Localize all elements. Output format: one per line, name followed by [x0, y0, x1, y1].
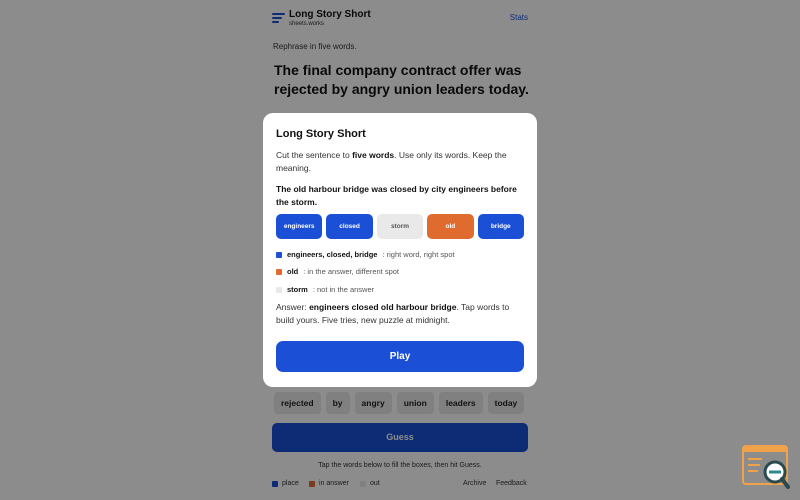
key-words: engineers, closed, bridge: [287, 250, 378, 259]
example-answer: Answer: engineers closed old harbour bri…: [276, 301, 526, 327]
dialog-title: Long Story Short: [276, 128, 366, 140]
example-tile: old: [427, 214, 474, 239]
key-words: old: [287, 267, 299, 276]
example-tile: engineers: [276, 214, 323, 239]
key-words: storm: [287, 285, 308, 294]
dialog-instructions: Cut the sentence to five words. Use only…: [276, 149, 526, 175]
key-in-answer: old : in the answer, different spot: [276, 267, 399, 276]
example-tile: storm: [376, 214, 424, 239]
answer-words: engineers closed old harbour bridge: [309, 302, 457, 312]
key-description: : in the answer, different spot: [303, 267, 400, 276]
example-sentence: The old harbour bridge was closed by cit…: [276, 184, 517, 207]
instructions-text: Cut the sentence to: [276, 150, 353, 160]
key-swatch: [276, 268, 282, 275]
example-tile: bridge: [477, 214, 524, 239]
key-swatch: [276, 286, 282, 293]
key-out: storm : not in the answer: [276, 285, 374, 294]
key-swatch: [276, 251, 282, 258]
play-button[interactable]: Play: [276, 341, 524, 372]
example-tile: closed: [326, 214, 373, 239]
example-tiles: engineers closed storm old bridge: [276, 214, 524, 239]
key-place: engineers, closed, bridge : right word, …: [276, 250, 455, 259]
search-document-icon[interactable]: [742, 445, 790, 490]
instructions-emphasis: five words: [352, 150, 395, 160]
key-description: : right word, right spot: [382, 250, 455, 259]
how-to-play-dialog: Long Story Short Cut the sentence to fiv…: [263, 113, 537, 387]
answer-prefix: Answer:: [276, 302, 310, 312]
key-description: : not in the answer: [312, 285, 375, 294]
